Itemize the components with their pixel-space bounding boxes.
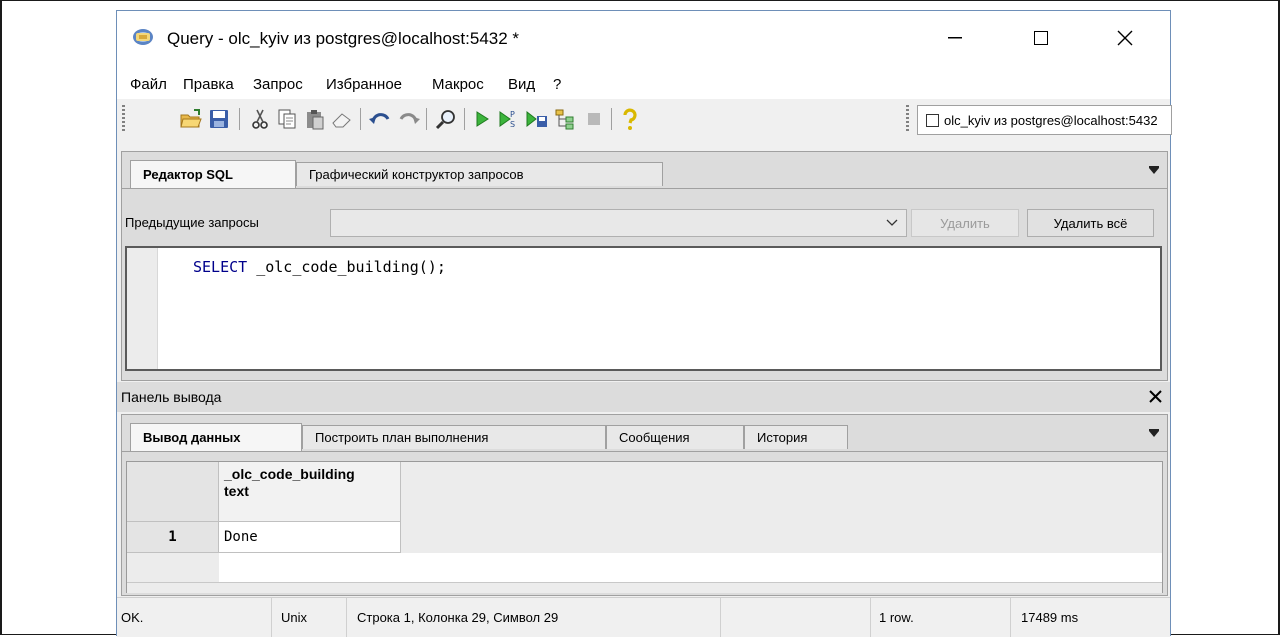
outer-frame-top: [0, 0, 1280, 1]
status-spacer: [721, 598, 871, 637]
minimize-icon: [948, 37, 962, 39]
toolbar-separator: [464, 108, 465, 130]
menu-help[interactable]: ?: [553, 76, 561, 93]
query-window: Query - olc_kyiv из postgres@localhost:5…: [116, 10, 1172, 637]
maximize-icon: [1034, 31, 1048, 45]
minimize-button[interactable]: [932, 21, 978, 55]
copy-icon[interactable]: [275, 107, 299, 131]
connection-selector[interactable]: olc_kyiv из postgres@localhost:5432: [917, 105, 1172, 135]
stop-icon[interactable]: [582, 107, 606, 131]
toolbar-separator: [611, 108, 612, 130]
tab-graphical-query-builder[interactable]: Графический конструктор запросов: [296, 162, 663, 186]
menu-query[interactable]: Запрос: [253, 76, 303, 93]
previous-queries-select[interactable]: [330, 209, 907, 237]
find-icon[interactable]: [434, 107, 458, 131]
grid-corner-cell[interactable]: [127, 462, 219, 522]
database-app-icon: [133, 29, 153, 45]
sql-tabstrip: Редактор SQL Графический конструктор зап…: [122, 152, 1167, 188]
sql-editor-panel: Редактор SQL Графический конструктор зап…: [121, 151, 1168, 381]
toolbar-grip[interactable]: [122, 105, 125, 133]
output-panel-header: Панель вывода: [117, 382, 1170, 412]
menu-file[interactable]: Файл: [130, 76, 167, 93]
status-execution-time: 17489 ms: [1021, 610, 1079, 625]
output-tabs-menu-arrow-icon[interactable]: [1149, 431, 1159, 437]
delete-button[interactable]: Удалить: [911, 209, 1019, 237]
sql-code-line[interactable]: SELECT _olc_code_building();: [193, 258, 446, 276]
tab-sql-editor[interactable]: Редактор SQL: [130, 160, 296, 188]
menu-view[interactable]: Вид: [508, 76, 535, 93]
output-panel-title: Панель вывода: [121, 389, 222, 405]
tab-messages[interactable]: Сообщения: [606, 425, 744, 449]
column-header-name: _olc_code_building: [224, 466, 355, 482]
status-state: OK.: [117, 598, 272, 637]
eraser-icon[interactable]: [330, 107, 354, 131]
previous-queries-row: Предыдущие запросы Удалить Удалить всё: [122, 204, 1167, 238]
status-bar: OK. Unix Строка 1, Колонка 29, Символ 29…: [117, 597, 1170, 637]
connection-checkbox[interactable]: [926, 113, 939, 127]
delete-all-button[interactable]: Удалить всё: [1027, 209, 1154, 237]
sql-expression: _olc_code_building();: [247, 258, 446, 276]
outer-frame-left: [0, 0, 2, 635]
grid-scrollbar[interactable]: [127, 582, 1162, 593]
menu-macros[interactable]: Макрос: [432, 76, 484, 93]
status-row-count: 1 row.: [871, 598, 1011, 637]
help-icon[interactable]: [618, 107, 642, 131]
undo-icon[interactable]: [368, 107, 392, 131]
status-line-ending: Unix: [272, 598, 347, 637]
paste-icon[interactable]: [303, 107, 327, 131]
sql-keyword: SELECT: [193, 258, 248, 276]
output-tabstrip-divider: [122, 451, 1167, 452]
maximize-button[interactable]: [1018, 21, 1064, 55]
svg-text:S: S: [510, 120, 515, 129]
row-number-cell[interactable]: 1: [127, 522, 219, 553]
execute-icon[interactable]: [470, 107, 494, 131]
redo-icon[interactable]: [397, 107, 421, 131]
toolbar-grip[interactable]: [906, 105, 909, 133]
connection-label: olc_kyiv из postgres@localhost:5432: [944, 112, 1158, 128]
result-grid[interactable]: _olc_code_building text 1 Done: [126, 461, 1163, 593]
previous-queries-label: Предыдущие запросы: [125, 215, 259, 230]
output-panel: Вывод данных Построить план выполнения С…: [121, 414, 1168, 596]
output-tabstrip: Вывод данных Построить план выполнения С…: [122, 415, 1167, 451]
tab-data-output[interactable]: Вывод данных: [130, 423, 302, 451]
column-header[interactable]: _olc_code_building text: [219, 462, 401, 522]
column-header-type: text: [224, 483, 249, 499]
chevron-down-icon: [886, 219, 898, 226]
status-cursor-position: Строка 1, Колонка 29, Символ 29: [347, 598, 721, 637]
title-bar: Query - olc_kyiv из postgres@localhost:5…: [117, 11, 1170, 69]
tabs-menu-arrow-icon[interactable]: [1149, 168, 1159, 174]
menu-edit[interactable]: Правка: [183, 76, 234, 93]
close-window-button[interactable]: [1102, 21, 1148, 55]
sql-editor[interactable]: SELECT _olc_code_building();: [125, 246, 1162, 371]
menu-bar: Файл Правка Запрос Избранное Макрос Вид …: [117, 69, 1170, 99]
execute-to-file-icon[interactable]: [525, 107, 549, 131]
toolbar: P S olc_kyiv из postgres@localhost:5432: [117, 99, 1172, 139]
toolbar-separator: [239, 108, 240, 130]
explain-icon[interactable]: [553, 107, 577, 131]
close-icon: [1117, 30, 1133, 46]
close-output-panel-icon[interactable]: [1149, 390, 1162, 403]
cut-icon[interactable]: [248, 107, 272, 131]
grid-empty-area: [219, 553, 1162, 582]
editor-gutter: [127, 248, 158, 369]
result-cell[interactable]: Done: [219, 522, 401, 553]
save-icon[interactable]: [207, 107, 231, 131]
tab-history[interactable]: История: [744, 425, 848, 449]
tabstrip-divider: [122, 188, 1167, 189]
toolbar-separator: [360, 108, 361, 130]
svg-text:P: P: [510, 110, 515, 119]
tab-explain-plan[interactable]: Построить план выполнения: [302, 425, 606, 449]
toolbar-separator: [426, 108, 427, 130]
execute-pgscript-icon[interactable]: P S: [497, 107, 521, 131]
window-title: Query - olc_kyiv из postgres@localhost:5…: [167, 29, 520, 48]
open-folder-icon[interactable]: [179, 107, 203, 131]
menu-favourites[interactable]: Избранное: [326, 76, 402, 93]
